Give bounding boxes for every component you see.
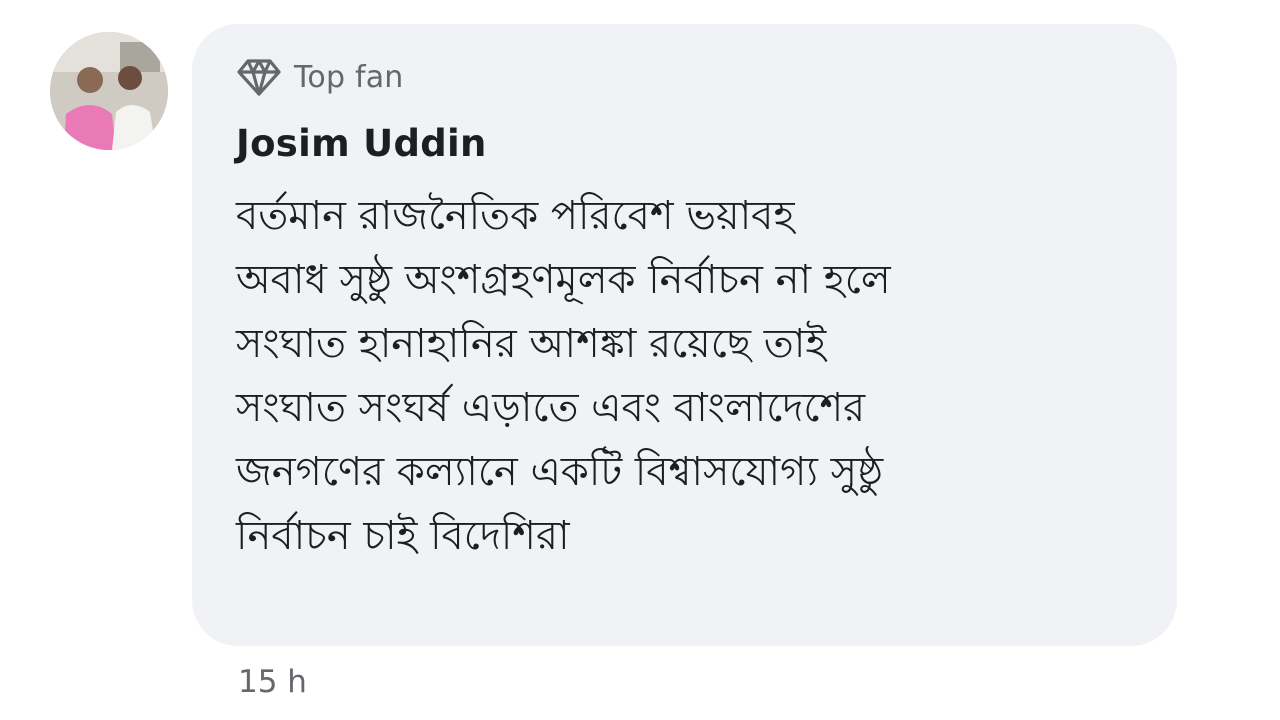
comment-timestamp[interactable]: 15 h <box>238 664 307 700</box>
comment-text-line: সংঘাত সংঘর্ষ এড়াতে এবং বাংলাদেশের <box>236 385 866 431</box>
avatar[interactable] <box>50 32 168 150</box>
avatar-photo <box>50 32 168 150</box>
comment: Top fan Josim Uddin বর্তমান রাজনৈতিক পরি… <box>0 0 1280 720</box>
diamond-icon <box>236 56 282 98</box>
author-name[interactable]: Josim Uddin <box>236 122 487 165</box>
comment-text-line: অবাধ সুষ্ঠু অংশগ্রহণমূলক নির্বাচন না হলে <box>236 257 891 303</box>
top-fan-badge[interactable]: Top fan <box>236 54 404 100</box>
comment-text-line: বর্তমান রাজনৈতিক পরিবেশ ভয়াবহ <box>236 193 795 239</box>
comment-bubble: Top fan Josim Uddin বর্তমান রাজনৈতিক পরি… <box>192 24 1177 646</box>
comment-text-line: নির্বাচন চাই বিদেশিরা <box>236 513 570 559</box>
comment-text-line: জনগণের কল্যানে একটি বিশ্বাসযোগ্য সুষ্ঠু <box>236 449 884 495</box>
comment-text-line: সংঘাত হানাহানির আশঙ্কা রয়েছে তাই <box>236 321 827 367</box>
comment-text: বর্তমান রাজনৈতিক পরিবেশ ভয়াবহ অবাধ সুষ্… <box>236 184 1156 568</box>
top-fan-label: Top fan <box>294 59 404 95</box>
